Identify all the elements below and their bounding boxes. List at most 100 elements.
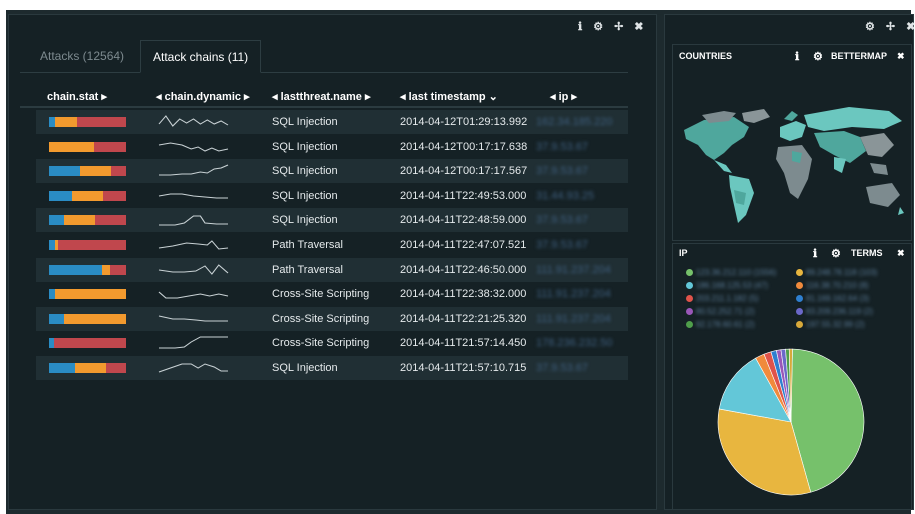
table-row[interactable]: Cross-Site Scripting 2014-04-11T21:57:14.… <box>36 331 628 355</box>
ip-address: 37.9.53.67 <box>536 214 588 227</box>
info-icon[interactable]: ℹ <box>813 247 817 260</box>
legend-item[interactable]: 80.52.252.71 (2) <box>686 307 755 316</box>
close-icon[interactable]: ✖ <box>897 248 905 259</box>
chain-stat-segment <box>49 215 65 226</box>
ip-address: 31.44.93.25 <box>536 189 595 202</box>
table-row[interactable]: SQL Injection 2014-04-11T22:49:53.000 31.4… <box>36 184 628 208</box>
chain-stat-segment <box>102 264 110 275</box>
close-icon[interactable]: ✖ <box>897 51 905 62</box>
world-map[interactable] <box>674 75 910 225</box>
bettermap-label[interactable]: BETTERMAP <box>831 51 887 61</box>
sparkline <box>158 115 229 127</box>
chain-stat-segment <box>79 166 111 177</box>
chain-stat-segment <box>49 190 73 201</box>
legend-item[interactable]: 123.36.212.110 (1556) <box>686 268 776 277</box>
col-chain-stat[interactable]: chain.stat ▸ <box>47 90 107 103</box>
chain-stat-segment <box>49 313 65 324</box>
threat-name: Cross-Site Scripting <box>272 312 370 325</box>
col-chain-dynamic[interactable]: ◂ chain.dynamic ▸ <box>156 90 250 103</box>
legend-item[interactable]: 92.178.60.61 (2) <box>686 320 755 329</box>
table-row[interactable]: SQL Injection 2014-04-11T21:57:10.715 37.9… <box>36 356 628 380</box>
chain-stat-segment <box>55 117 77 127</box>
legend-label: 81.169.162.64 (3) <box>806 294 870 303</box>
close-icon[interactable]: ✖ <box>634 20 643 33</box>
chain-stat-segment <box>49 166 80 177</box>
tab-attack-chains[interactable]: Attack chains (11) <box>140 40 262 73</box>
chain-stat-segment <box>49 264 103 275</box>
header-divider <box>20 106 628 108</box>
sparkline <box>158 363 228 373</box>
legend-item[interactable]: 81.169.162.64 (3) <box>796 294 869 303</box>
table-row[interactable]: SQL Injection 2014-04-11T22:48:59.000 37.9… <box>36 208 628 233</box>
sparkline <box>158 263 229 275</box>
legend-item[interactable]: 186.168.125.53 (47) <box>686 281 768 290</box>
table-row[interactable]: SQL Injection 2014-04-12T00:17:17.638 37.9… <box>36 135 628 159</box>
move-icon[interactable]: ✢ <box>886 20 895 33</box>
ip-address: 111.91.237.204 <box>536 288 611 301</box>
threat-name: Path Traversal <box>272 263 343 276</box>
table-row[interactable]: SQL Injection 2014-04-12T00:17:17.567 37.9… <box>36 159 628 184</box>
ip-address: 37.9.53.67 <box>536 140 588 153</box>
legend-label: 203.211.1.182 (5) <box>696 294 759 303</box>
threat-name: SQL Injection <box>272 362 338 374</box>
ip-address: 162.34.185.220 <box>536 116 613 128</box>
col-ip[interactable]: ◂ ip ▸ <box>550 90 577 103</box>
chain-stat-segment <box>75 363 106 373</box>
terms-label[interactable]: TERMS <box>851 248 883 258</box>
ip-address: 37.9.53.67 <box>536 362 588 374</box>
sparkline <box>159 336 228 349</box>
legend-label: 80.52.252.71 (2) <box>696 307 755 316</box>
legend-label: 116.38.70.210 (8) <box>806 281 869 290</box>
threat-name: SQL Injection <box>272 116 338 128</box>
table-row[interactable]: Cross-Site Scripting 2014-04-11T22:21:25.… <box>36 306 628 331</box>
chain-stat-segment <box>95 215 126 226</box>
legend-item[interactable]: 89.248.78.118 (103) <box>796 268 877 277</box>
legend-item[interactable]: 83.209.236.119 (2) <box>796 307 873 316</box>
gear-icon[interactable]: ⚙ <box>831 247 841 260</box>
ip-address: 178.236.232.50 <box>536 337 613 350</box>
chain-stat-segment <box>109 264 126 275</box>
ip-address: 37.9.53.67 <box>536 165 588 178</box>
timestamp: 2014-04-11T22:46:50.000 <box>400 263 527 276</box>
chain-stat-segment <box>110 166 126 177</box>
tab-attacks[interactable]: Attacks (12564) <box>28 40 136 72</box>
chain-stat-bar <box>49 141 126 152</box>
timestamp: 2014-04-11T22:38:32.000 <box>400 288 527 301</box>
info-icon[interactable]: ℹ <box>795 50 799 63</box>
legend-label: 89.248.78.118 (103) <box>806 268 878 277</box>
chain-stat-segment <box>102 190 126 201</box>
col-lastthreat-name[interactable]: ◂ lastthreat.name ▸ <box>272 90 370 103</box>
close-icon[interactable]: ✖ <box>906 20 915 33</box>
timestamp: 2014-04-11T21:57:10.715 <box>400 362 527 374</box>
table-header: chain.stat ▸ ◂ chain.dynamic ▸ ◂ lastthr… <box>20 86 628 106</box>
chain-stat-segment <box>72 190 103 201</box>
legend-label: 83.209.236.119 (2) <box>806 307 874 316</box>
legend-label: 186.168.125.53 (47) <box>696 281 769 290</box>
chain-stat-segment <box>93 141 126 152</box>
gear-icon[interactable]: ⚙ <box>865 20 875 33</box>
ip-pie-chart[interactable] <box>716 347 866 497</box>
legend-dot <box>796 282 803 289</box>
sparkline <box>159 164 229 176</box>
threat-name: Cross-Site Scripting <box>272 337 370 350</box>
timestamp: 2014-04-11T22:49:53.000 <box>400 189 527 202</box>
legend-item[interactable]: 197.55.32.99 (2) <box>796 320 865 329</box>
col-last-timestamp[interactable]: ◂ last timestamp ⌄ <box>400 90 498 103</box>
sparkline <box>159 215 228 226</box>
legend-item[interactable]: 116.38.70.210 (8) <box>796 281 869 290</box>
table-row[interactable]: Path Traversal 2014-04-11T22:47:07.521 37.… <box>36 233 628 257</box>
gear-icon[interactable]: ⚙ <box>813 50 823 63</box>
legend-dot <box>796 269 803 276</box>
table-row[interactable]: Path Traversal 2014-04-11T22:46:50.000 111… <box>36 257 628 282</box>
threat-name: SQL Injection <box>272 214 338 227</box>
timestamp: 2014-04-12T00:17:17.567 <box>400 165 528 178</box>
chain-stat-segment <box>64 313 126 324</box>
threat-name: SQL Injection <box>272 140 338 153</box>
table-row[interactable]: SQL Injection 2014-04-12T01:29:13.992 162.… <box>36 110 628 134</box>
chain-stat-segment <box>49 141 94 152</box>
table-row[interactable]: Cross-Site Scripting 2014-04-11T22:38:32.… <box>36 282 628 306</box>
timestamp: 2014-04-11T21:57:14.450 <box>400 337 527 350</box>
legend-dot <box>686 282 693 289</box>
legend-item[interactable]: 203.211.1.182 (5) <box>686 294 759 303</box>
timestamp: 2014-04-12T01:29:13.992 <box>400 116 528 128</box>
